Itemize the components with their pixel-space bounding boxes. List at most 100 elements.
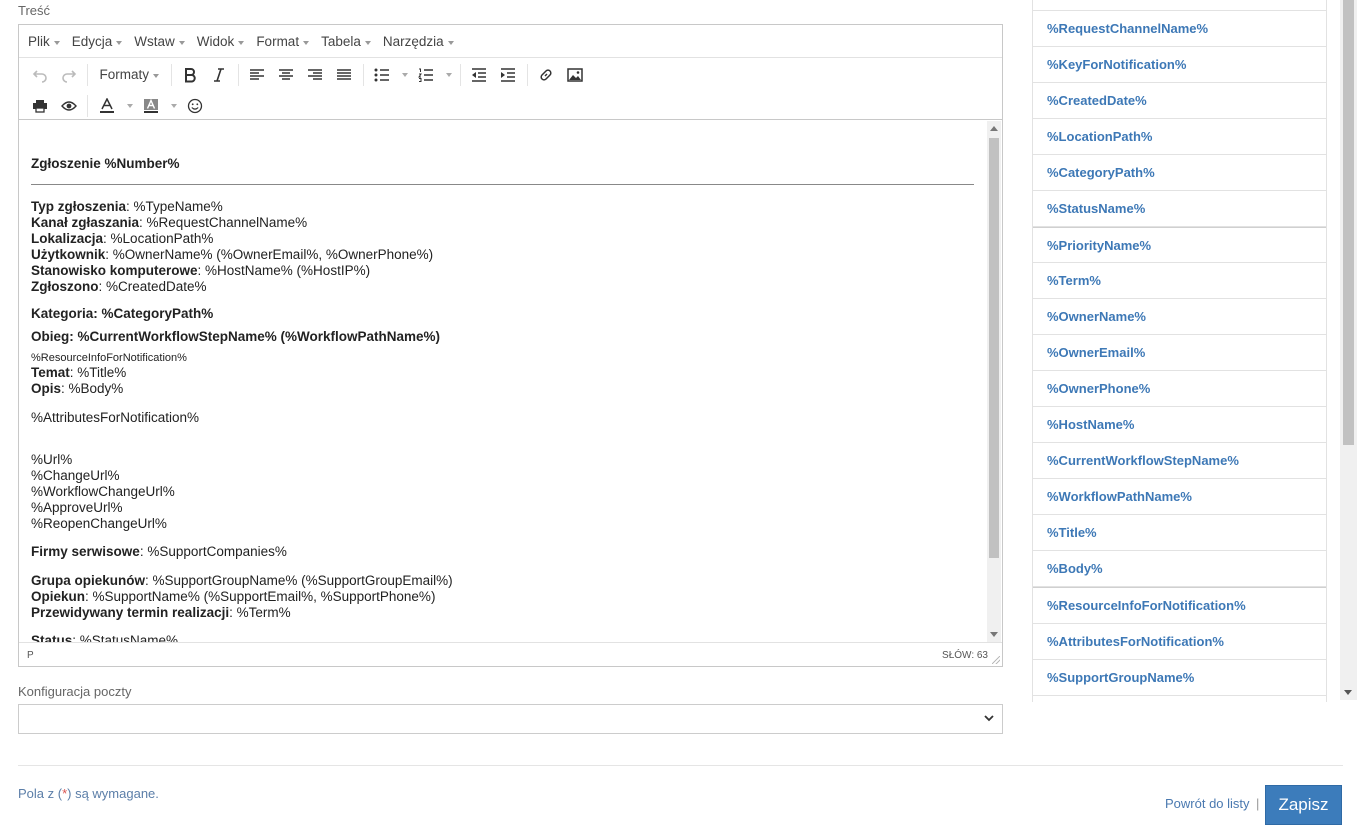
menu-edit-label: Edycja [71, 33, 113, 49]
variable-item[interactable]: %Term% [1033, 263, 1326, 299]
variable-item[interactable]: %LocationPath% [1033, 119, 1326, 155]
variable-item[interactable]: %OwnerName% [1033, 299, 1326, 335]
preview-button[interactable] [56, 93, 82, 119]
outdent-button[interactable] [466, 62, 492, 88]
variable-item[interactable]: %PriorityName% [1033, 227, 1326, 263]
italic-button[interactable] [206, 62, 232, 88]
title-label: Temat [31, 365, 70, 380]
menu-insert[interactable]: Wstaw [128, 34, 191, 49]
host-value: : %HostName% (%HostIP%) [197, 263, 371, 278]
numbered-list-options[interactable] [442, 62, 454, 88]
variable-item[interactable]: %Body% [1033, 551, 1326, 587]
rich-text-editor: Plik Edycja Wstaw Widok Format Tabela Na… [18, 24, 1003, 667]
title-value: : %Title% [69, 365, 127, 380]
bold-button[interactable] [177, 62, 203, 88]
doc-line-created: Zgłoszono: %CreatedDate% [31, 279, 987, 295]
word-count: SŁÓW: 63 [942, 650, 988, 661]
variable-item[interactable]: %KeyForNotification% [1033, 47, 1326, 83]
numbered-list-button[interactable] [413, 62, 439, 88]
menu-table[interactable]: Tabela [315, 34, 377, 49]
menu-view-label: Widok [196, 33, 235, 49]
scroll-down-icon[interactable] [1344, 690, 1352, 695]
host-label: Stanowisko komputerowe [31, 263, 198, 278]
scroll-up-icon[interactable] [990, 126, 998, 131]
align-center-icon [279, 68, 294, 80]
menu-view[interactable]: Widok [191, 34, 251, 49]
menu-format[interactable]: Format [250, 34, 315, 49]
emoticons-button[interactable] [182, 93, 208, 119]
menu-tools-label: Narzędzia [382, 33, 444, 49]
variable-item[interactable]: %HostName% [1033, 407, 1326, 443]
text-color-options[interactable] [123, 93, 135, 119]
indent-button[interactable] [495, 62, 521, 88]
doc-line-approve-url: %ApproveUrl% [31, 500, 123, 515]
chevron-down-icon [170, 103, 177, 108]
numbered-list-icon [418, 68, 434, 82]
variable-item[interactable]: %StatusName% [1033, 191, 1326, 227]
menu-file-label: Plik [28, 33, 50, 49]
variable-item[interactable]: %AttributesForNotification% [1033, 624, 1326, 660]
menu-edit[interactable]: Edycja [66, 34, 129, 49]
menu-file[interactable]: Plik [22, 34, 66, 49]
content-label: Treść [18, 3, 51, 18]
toolbar-separator [87, 94, 88, 117]
variable-item[interactable]: %ResourceInfoForNotification% [1033, 587, 1326, 624]
doc-line-type: Typ zgłoszenia: %TypeName% [31, 199, 987, 215]
element-path[interactable]: P [27, 650, 34, 661]
redo-button[interactable] [56, 62, 82, 88]
align-left-button[interactable] [244, 62, 270, 88]
variable-item[interactable]: %Title% [1033, 515, 1326, 551]
doc-line-workflow-change-url: %WorkflowChangeUrl% [31, 484, 175, 499]
formats-dropdown[interactable]: Formaty [94, 62, 166, 88]
formats-label: Formaty [99, 67, 150, 82]
footer-divider [18, 765, 1343, 766]
page-scrollbar-thumb[interactable] [1343, 0, 1354, 445]
align-justify-button[interactable] [331, 62, 357, 88]
align-justify-icon [337, 68, 352, 80]
variable-item[interactable]: %RequestChannelName% [1033, 11, 1326, 47]
save-button[interactable]: Zapisz [1265, 785, 1342, 825]
mail-config-select[interactable] [18, 704, 1003, 734]
chevron-down-icon [238, 40, 245, 45]
variable-item[interactable]: %CategoryPath% [1033, 155, 1326, 191]
text-color-button[interactable] [94, 93, 120, 119]
support-value: : %SupportName% (%SupportEmail%, %Suppor… [85, 589, 436, 604]
bold-icon [185, 67, 196, 82]
type-label: Typ zgłoszenia [31, 199, 127, 214]
variable-item[interactable]: %CurrentWorkflowStepName% [1033, 443, 1326, 479]
undo-button[interactable] [27, 62, 53, 88]
location-label: Lokalizacja [31, 231, 104, 246]
editor-scrollbar-thumb[interactable] [989, 138, 999, 558]
print-icon [32, 99, 47, 113]
print-button[interactable] [27, 93, 53, 119]
align-right-button[interactable] [302, 62, 328, 88]
chevron-down-icon [446, 72, 453, 77]
insert-image-button[interactable] [562, 62, 588, 88]
background-color-options[interactable] [167, 93, 179, 119]
variable-item[interactable]: %OwnerPhone% [1033, 371, 1326, 407]
insert-link-button[interactable] [533, 62, 559, 88]
variable-item[interactable]: %CreatedDate% [1033, 83, 1326, 119]
page-scrollbar[interactable] [1340, 0, 1357, 700]
menu-tools[interactable]: Narzędzia [377, 34, 460, 49]
doc-line-body: Opis: %Body% [31, 381, 987, 397]
editor-scrollbar[interactable] [987, 121, 1001, 642]
required-prefix: Pola z ( [18, 786, 63, 801]
body-value: : %Body% [61, 381, 124, 396]
variable-item[interactable]: %OwnerEmail% [1033, 335, 1326, 371]
doc-line-title: Temat: %Title% [31, 365, 987, 381]
scroll-down-icon[interactable] [990, 632, 998, 637]
bullet-list-options[interactable] [398, 62, 410, 88]
resize-handle-icon[interactable] [992, 656, 1000, 664]
align-center-button[interactable] [273, 62, 299, 88]
back-to-list-link[interactable]: Powrót do listy [1165, 796, 1250, 811]
variable-item[interactable]: %SupportGroupName% [1033, 660, 1326, 696]
chevron-down-icon [984, 715, 994, 722]
toolbar-separator [459, 63, 461, 86]
variable-item[interactable]: %WorkflowPathName% [1033, 479, 1326, 515]
doc-line-term: Przewidywany termin realizacji: %Term% [31, 605, 987, 621]
background-color-button[interactable] [138, 93, 164, 119]
toolbar-separator [170, 63, 172, 86]
editor-content-area[interactable]: Zgłoszenie %Number% Typ zgłoszenia: %Typ… [19, 120, 987, 643]
bullet-list-button[interactable] [369, 62, 395, 88]
